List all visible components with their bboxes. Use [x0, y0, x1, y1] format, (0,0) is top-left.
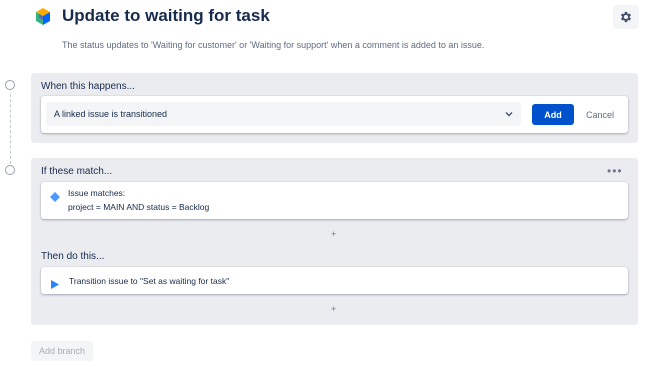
cancel-button[interactable]: Cancel — [580, 104, 620, 125]
diamond-icon — [50, 189, 60, 207]
gear-icon — [620, 11, 632, 23]
add-button[interactable]: Add — [532, 104, 574, 125]
chevron-down-icon — [505, 112, 513, 117]
trigger-select-value: A linked issue is transitioned — [54, 109, 168, 119]
action-title: Transition issue to "Set as waiting for … — [69, 276, 230, 286]
add-condition-button[interactable]: + — [331, 229, 336, 239]
timeline-connector — [10, 94, 11, 164]
add-action-button[interactable]: + — [331, 304, 336, 314]
play-icon — [51, 276, 59, 294]
conditions-section-label: If these match... — [41, 166, 113, 177]
automation-logo-icon — [33, 7, 53, 27]
trigger-select[interactable]: A linked issue is transitioned — [46, 102, 521, 126]
more-options-button[interactable]: ••• — [607, 164, 623, 178]
trigger-section-label: When this happens... — [41, 81, 135, 92]
page-title: Update to waiting for task — [62, 6, 270, 25]
add-branch-button[interactable]: Add branch — [31, 341, 93, 361]
timeline-node — [5, 165, 15, 175]
actions-section-label: Then do this... — [41, 251, 105, 262]
settings-button[interactable] — [613, 5, 639, 29]
condition-detail: project = MAIN AND status = Backlog — [68, 202, 210, 212]
timeline-node — [5, 80, 15, 90]
rule-description: The status updates to 'Waiting for custo… — [62, 40, 485, 50]
condition-title: Issue matches: — [68, 188, 126, 198]
